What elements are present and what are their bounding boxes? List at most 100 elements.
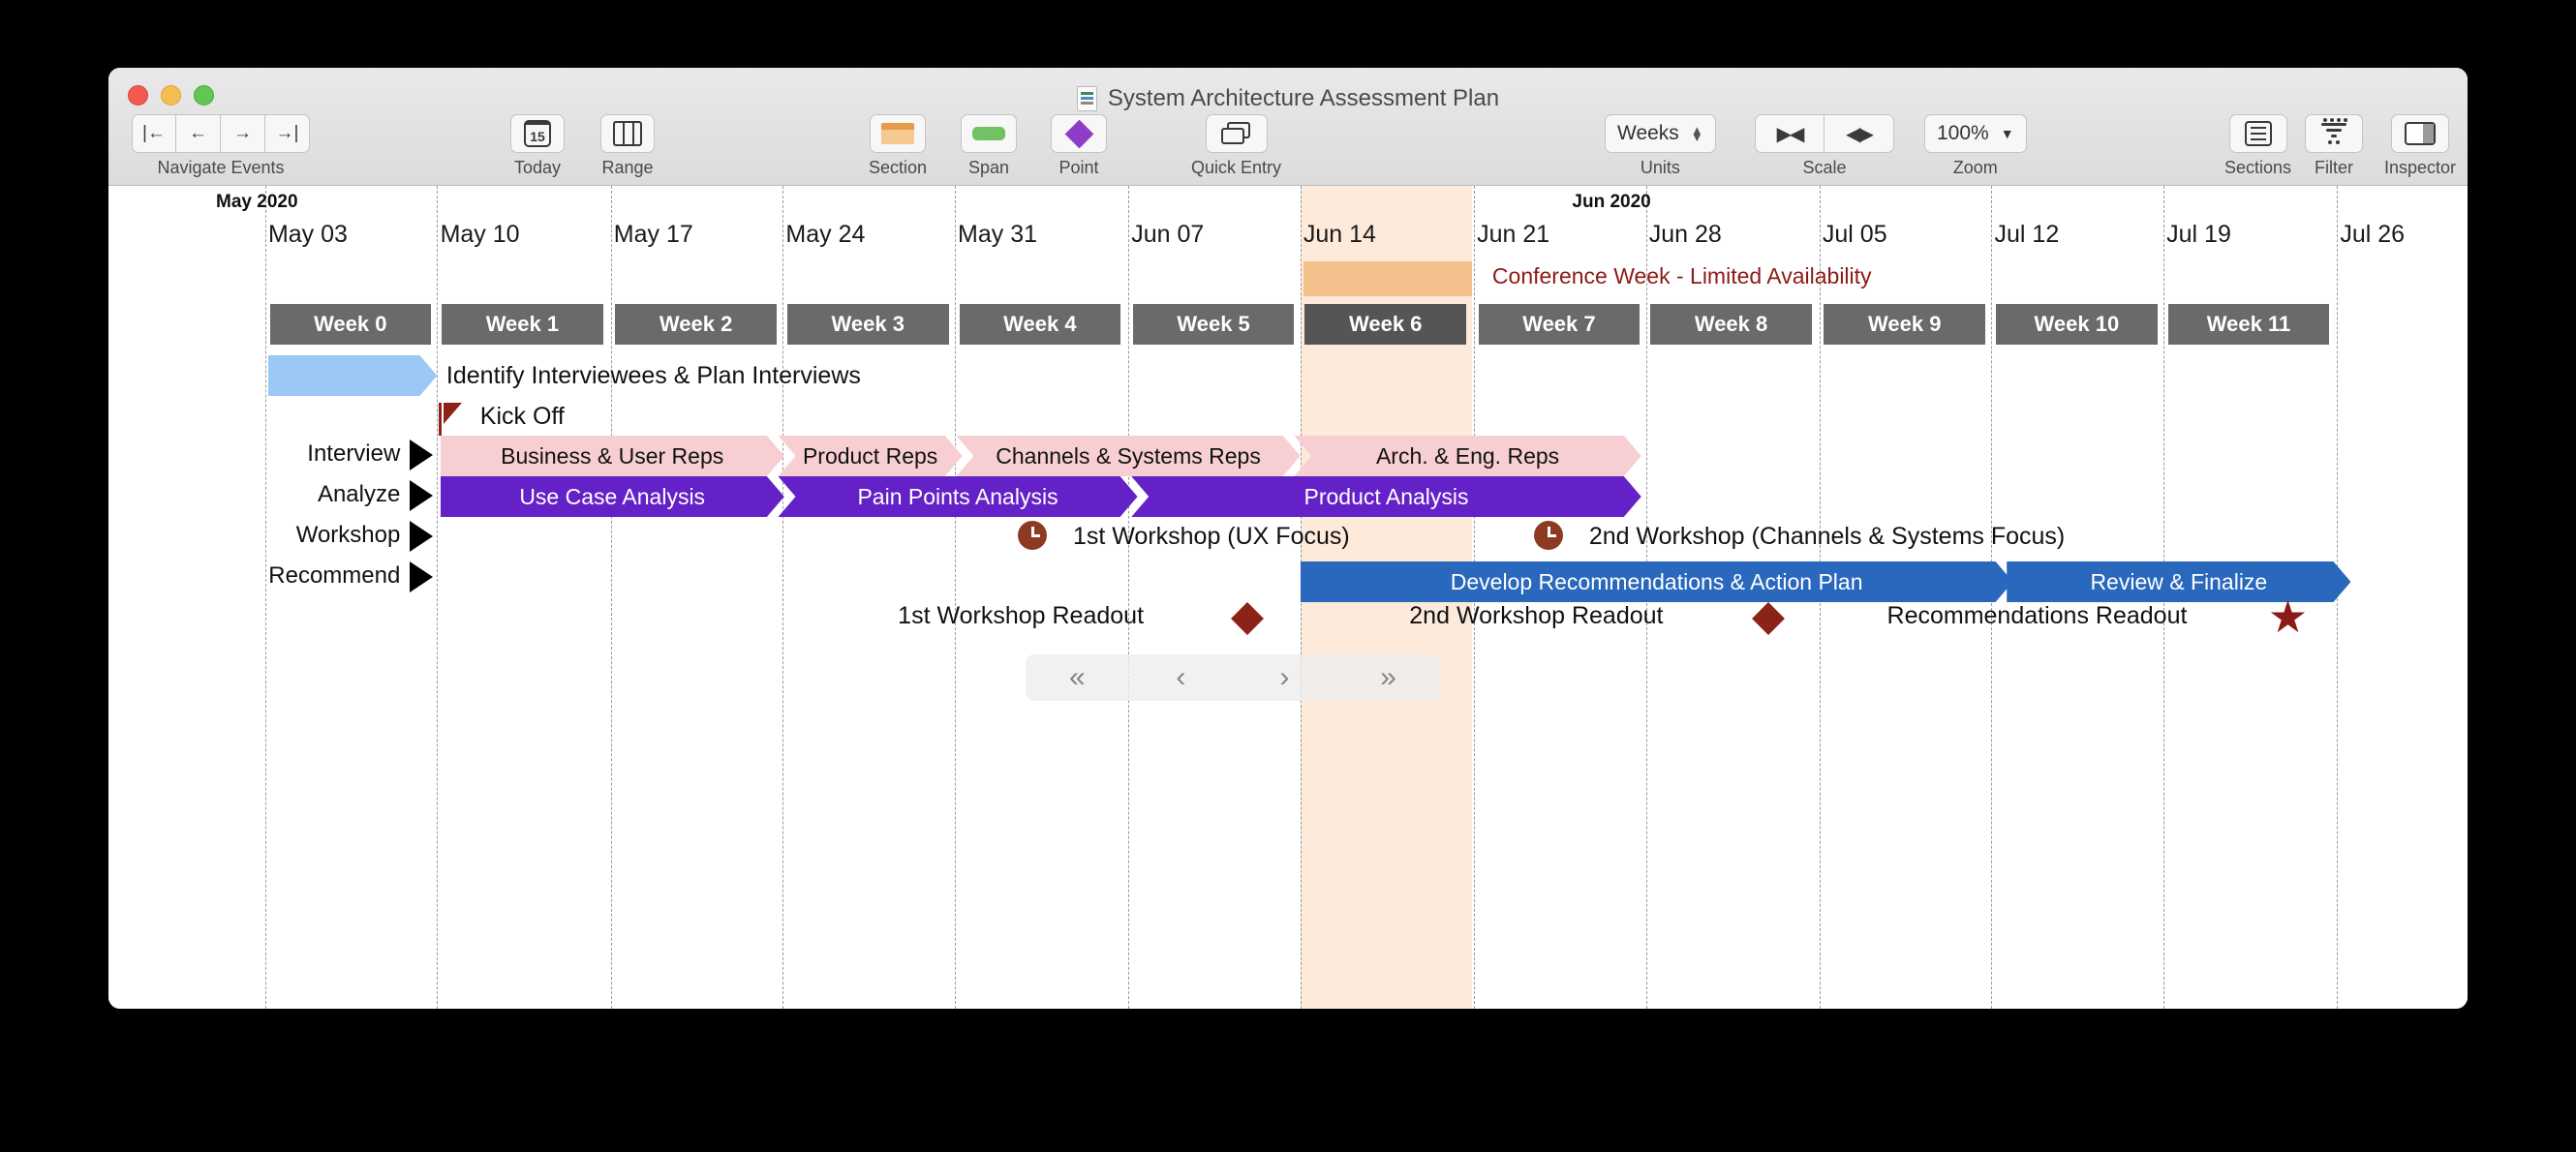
toolbar: System Architecture Assessment Plan |← ←…: [108, 68, 2468, 186]
today-group: 15 Today: [510, 114, 565, 178]
week-chip[interactable]: Week 7: [1478, 304, 1641, 345]
inspector-button[interactable]: [2391, 114, 2450, 153]
milestone-star-icon[interactable]: ★: [2268, 594, 2308, 639]
month-label: May 2020: [216, 192, 298, 212]
page-previous-button[interactable]: ‹: [1129, 654, 1233, 701]
row-arrow-interview[interactable]: [409, 440, 433, 470]
month-label: Jun 2020: [1572, 192, 1651, 212]
gridline: [437, 186, 439, 1009]
scale-shrink-icon: ▶◀: [1776, 123, 1805, 145]
scale-shrink-button[interactable]: ▶◀: [1755, 114, 1825, 153]
span-label: Span: [967, 158, 1010, 177]
recommend-bar[interactable]: Develop Recommendations & Action Plan: [1301, 561, 2013, 602]
add-span-button[interactable]: [961, 114, 1017, 153]
page-last-button[interactable]: »: [1336, 654, 1440, 701]
week-chip-selected[interactable]: Week 6: [1304, 304, 1466, 345]
date-label: Jul 19: [2166, 221, 2231, 248]
milestone-label: 1st Workshop Readout: [898, 602, 1145, 629]
date-label: Jun 07: [1131, 221, 1205, 248]
first-event-button[interactable]: |←: [132, 114, 176, 153]
scale-segmented: ▶◀ ◀▶: [1755, 114, 1894, 153]
sections-label: Sections: [2224, 158, 2292, 177]
week-chip[interactable]: Week 4: [959, 304, 1121, 345]
clock-icon[interactable]: [1533, 521, 1563, 550]
week-chip[interactable]: Week 11: [2167, 304, 2330, 345]
kickoff-flagpole[interactable]: [438, 403, 442, 436]
milestone-diamond-icon[interactable]: [1751, 602, 1785, 635]
gridline: [782, 186, 784, 1009]
interview-bar[interactable]: Product Reps: [778, 436, 962, 476]
navigate-events-group: |← ← → →| Navigate Events: [132, 114, 310, 178]
sections-button[interactable]: [2228, 114, 2287, 153]
sections-group: Sections: [2224, 114, 2291, 178]
analyze-bar[interactable]: Product Analysis: [1131, 476, 1641, 517]
filter-button[interactable]: [2305, 114, 2363, 153]
columns-icon: [613, 121, 642, 146]
week-chip[interactable]: Week 1: [442, 304, 603, 345]
zoom-group: 100% ▼ Zoom: [1924, 114, 2027, 178]
date-label: May 10: [440, 221, 520, 248]
add-point-button[interactable]: [1051, 114, 1107, 153]
page-next-button[interactable]: ›: [1233, 654, 1336, 701]
quick-entry-label: Quick Entry: [1191, 158, 1282, 177]
add-section-button[interactable]: [870, 114, 927, 153]
scale-expand-icon: ◀▶: [1846, 123, 1874, 145]
workshop-label: 1st Workshop (UX Focus): [1072, 523, 1350, 550]
last-event-button[interactable]: →|: [265, 114, 310, 153]
units-label: Units: [1640, 158, 1680, 177]
next-event-button[interactable]: →: [221, 114, 265, 153]
workshop-label: 2nd Workshop (Channels & Systems Focus): [1588, 523, 2066, 550]
zoom-select[interactable]: 100% ▼: [1924, 114, 2027, 153]
milestone-label: 2nd Workshop Readout: [1409, 602, 1664, 629]
range-button[interactable]: [600, 114, 655, 153]
units-select[interactable]: Weeks ▲ ▼: [1605, 114, 1716, 153]
week-chip[interactable]: Week 2: [615, 304, 777, 345]
page-first-button[interactable]: «: [1026, 654, 1129, 701]
week-chip[interactable]: Week 10: [1996, 304, 2158, 345]
row-arrow-analyze[interactable]: [409, 480, 433, 511]
section-swatch-icon: [881, 123, 915, 144]
range-label: Range: [601, 158, 654, 177]
scale-expand-button[interactable]: ◀▶: [1825, 114, 1894, 153]
week-chip[interactable]: Week 8: [1650, 304, 1812, 345]
kickoff-flag-icon[interactable]: [443, 403, 462, 424]
quick-entry-button[interactable]: [1205, 114, 1268, 153]
app-window: System Architecture Assessment Plan |← ←…: [108, 68, 2468, 1009]
week-chip[interactable]: Week 9: [1824, 304, 1985, 345]
timeline-canvas[interactable]: May 2020 Jun 2020 Jul 2020 May 03 May 10…: [108, 186, 2468, 1009]
navigate-events-segmented: |← ← → →|: [132, 114, 310, 153]
previous-event-button[interactable]: ←: [176, 114, 221, 153]
week-chip[interactable]: Week 5: [1132, 304, 1295, 345]
list-icon: [2244, 121, 2272, 146]
interview-bar[interactable]: Arch. & Eng. Reps: [1294, 436, 1641, 476]
row-arrow-workshop[interactable]: [409, 521, 433, 552]
plan-bar[interactable]: [268, 355, 437, 396]
interview-bar[interactable]: Business & User Reps: [441, 436, 784, 476]
date-label: May 17: [613, 221, 693, 248]
span-group: Span: [961, 114, 1017, 178]
interview-bar[interactable]: Channels & Systems Reps: [956, 436, 1300, 476]
units-group: Weeks ▲ ▼ Units: [1605, 114, 1716, 178]
span-swatch-icon: [972, 127, 1005, 140]
row-label-workshop: Workshop: [295, 522, 401, 548]
filter-icon: [2319, 118, 2348, 147]
week-chip[interactable]: Week 3: [786, 304, 949, 345]
scale-group: ▶◀ ◀▶ Scale: [1755, 114, 1894, 178]
date-label: May 31: [958, 221, 1037, 248]
range-group: Range: [600, 114, 655, 178]
row-arrow-recommend[interactable]: [409, 561, 433, 592]
analyze-bar[interactable]: Use Case Analysis: [441, 476, 784, 517]
scale-label: Scale: [1802, 158, 1847, 177]
zoom-value: 100%: [1937, 122, 1989, 144]
analyze-bar[interactable]: Pain Points Analysis: [778, 476, 1137, 517]
conference-week-section-bar[interactable]: [1303, 261, 1473, 296]
date-label: Jun 28: [1648, 221, 1722, 248]
quick-entry-group: Quick Entry: [1191, 114, 1281, 178]
date-label: Jul 05: [1822, 221, 1887, 248]
clock-icon[interactable]: [1017, 521, 1047, 550]
date-label: Jun 21: [1477, 221, 1550, 248]
milestone-diamond-icon[interactable]: [1231, 602, 1265, 635]
week-chip[interactable]: Week 0: [269, 304, 432, 345]
cards-icon: [1220, 122, 1252, 145]
today-button[interactable]: 15: [510, 114, 565, 153]
